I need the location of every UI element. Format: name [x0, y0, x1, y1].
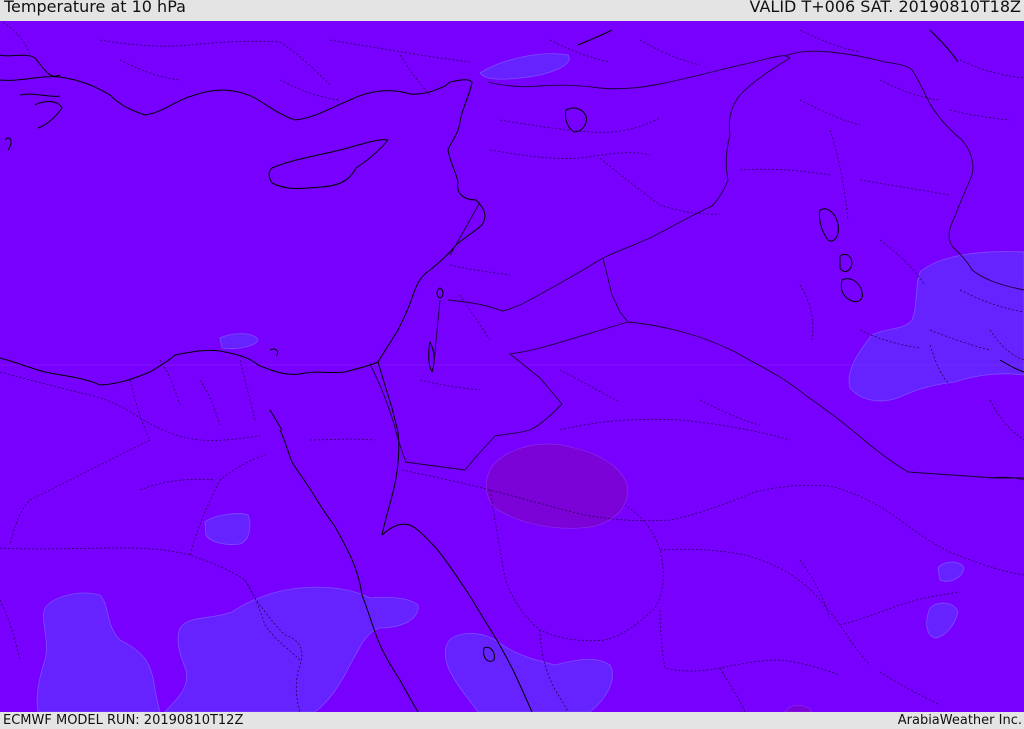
- map-canvas: [0, 21, 1024, 712]
- valid-time-label: VALID T+006 SAT. 20190810T18Z: [749, 0, 1021, 16]
- temperature-map: [0, 21, 1024, 712]
- credit-label: ArabiaWeather Inc.: [897, 713, 1022, 728]
- map-title: Temperature at 10 hPa: [4, 0, 186, 16]
- model-run-label: ECMWF MODEL RUN: 20190810T12Z: [3, 713, 244, 728]
- footer-bar: ECMWF MODEL RUN: 20190810T12Z ArabiaWeat…: [0, 712, 1024, 729]
- header-bar: Temperature at 10 hPa VALID T+006 SAT. 2…: [0, 0, 1024, 21]
